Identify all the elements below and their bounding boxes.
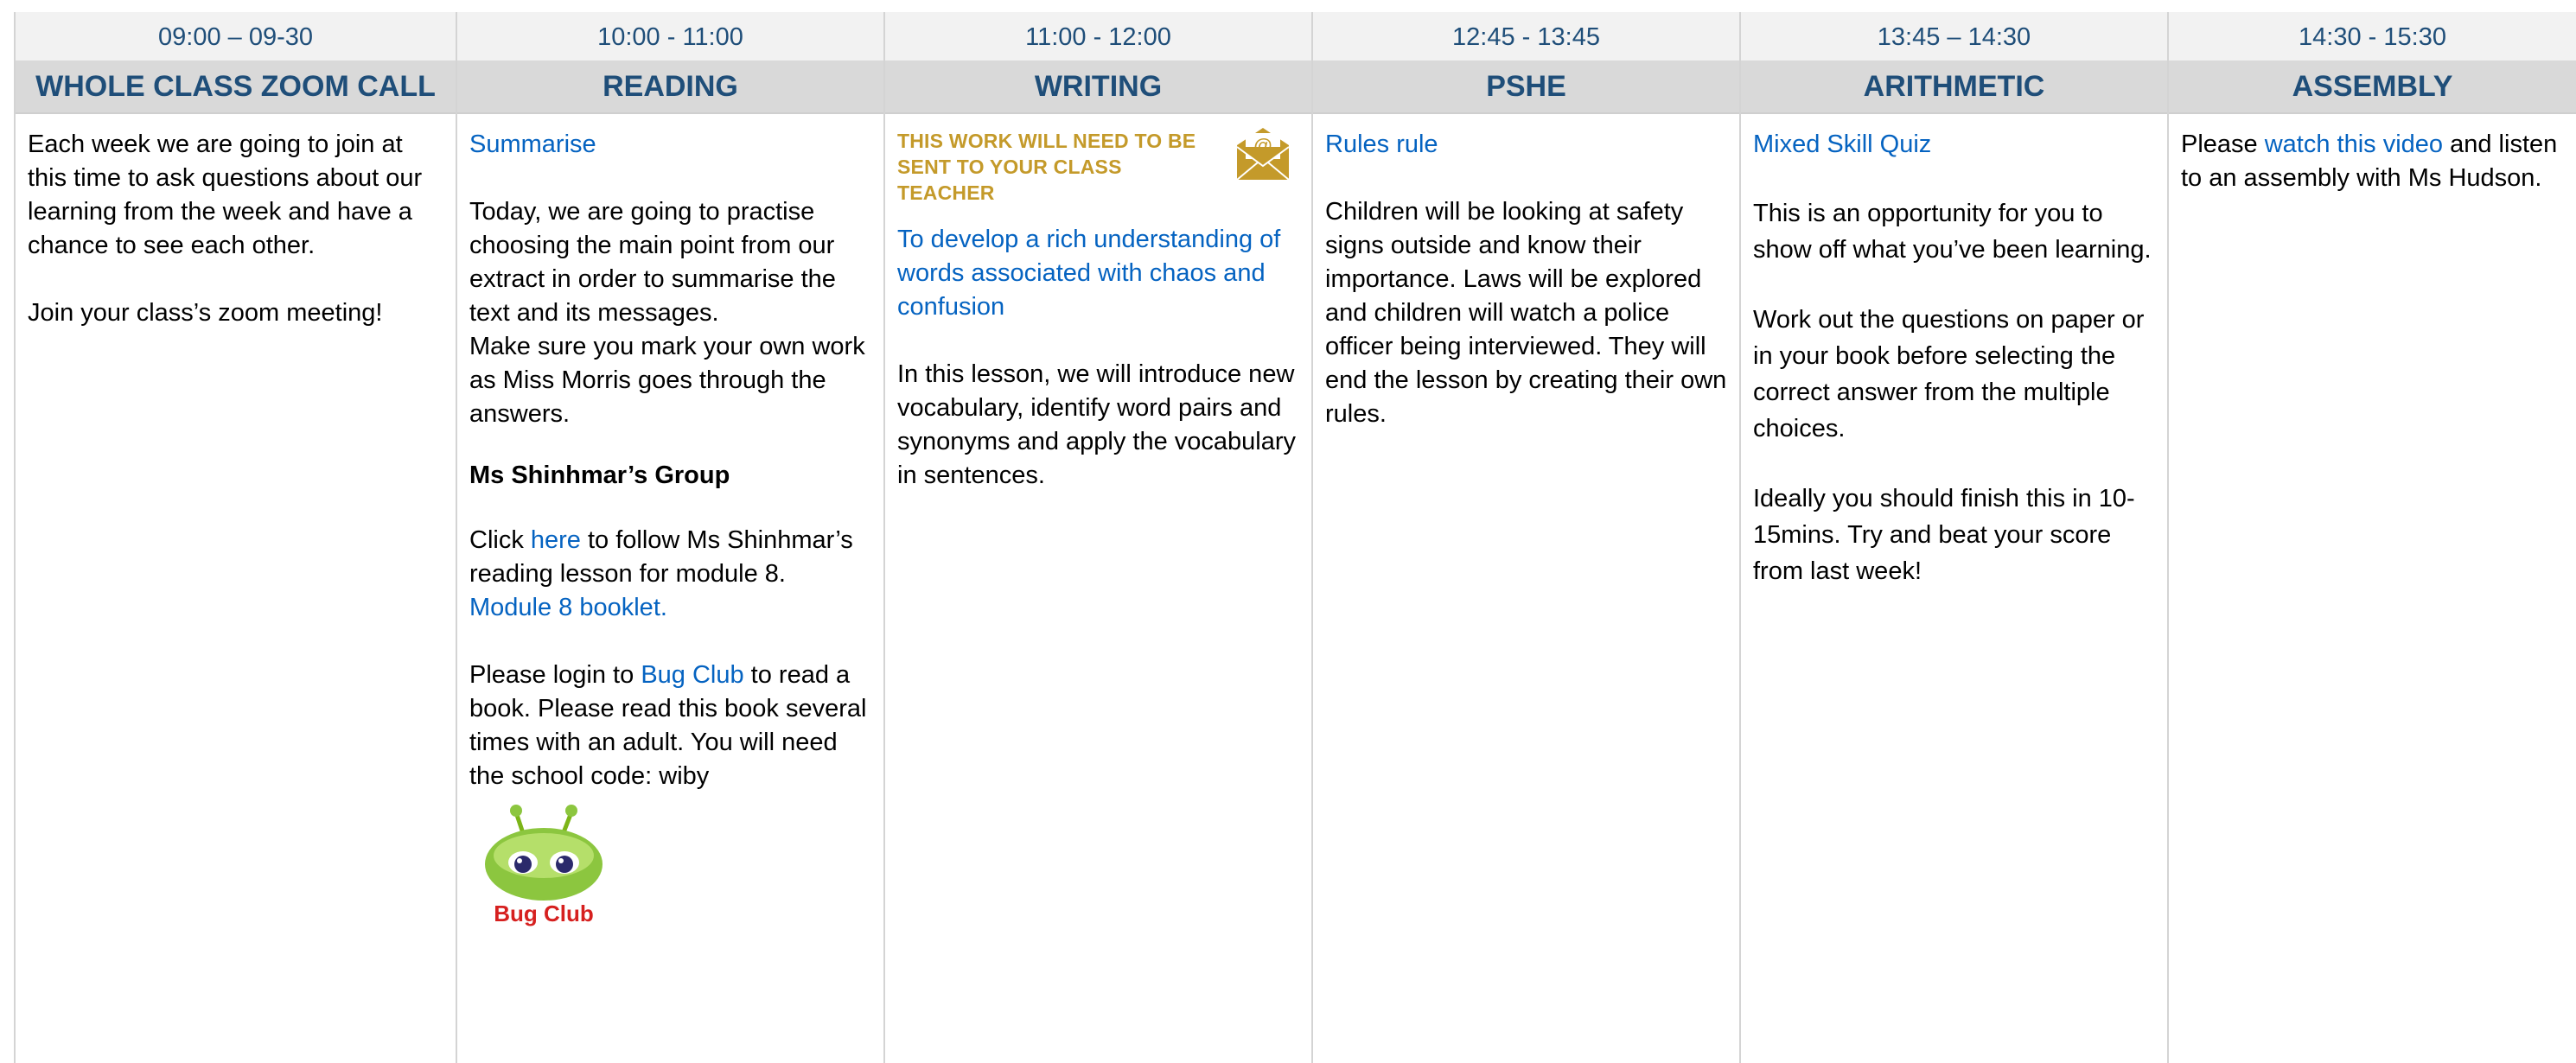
subject-heading: WRITING bbox=[885, 60, 1311, 114]
arithmetic-goal: Ideally you should finish this in 10-15m… bbox=[1753, 485, 2135, 585]
time-slot: 09:00 – 09-30 bbox=[16, 12, 456, 60]
writing-description: In this lesson, we will introduce new vo… bbox=[897, 360, 1297, 489]
column-zoom: 09:00 – 09-30 WHOLE CLASS ZOOM CALL Each… bbox=[14, 12, 456, 1063]
column-assembly: 14:30 - 15:30 ASSEMBLY Please watch this… bbox=[2167, 12, 2576, 1063]
column-arithmetic: 13:45 – 14:30 ARITHMETIC Mixed Skill Qui… bbox=[1739, 12, 2167, 1063]
group-heading: Ms Shinhmar’s Group bbox=[469, 461, 730, 489]
time-slot: 10:00 - 11:00 bbox=[457, 12, 883, 60]
subject-heading: ARITHMETIC bbox=[1741, 60, 2167, 114]
column-body: Rules rule Children will be looking at s… bbox=[1313, 114, 1739, 431]
reading-description: Today, we are going to practise choosing… bbox=[469, 198, 836, 327]
column-body: THIS WORK WILL NEED TO BE SENT TO YOUR C… bbox=[885, 114, 1311, 493]
subject-heading: PSHE bbox=[1313, 60, 1739, 114]
subject-heading: READING bbox=[457, 60, 883, 114]
zoom-description: Each week we are going to join at this t… bbox=[28, 130, 423, 259]
module-booklet-link[interactable]: Module 8 booklet. bbox=[469, 591, 871, 625]
here-link[interactable]: here bbox=[531, 526, 581, 554]
column-body: Please watch this video and listen to an… bbox=[2169, 114, 2576, 195]
send-to-teacher-notice: THIS WORK WILL NEED TO BE SENT TO YOUR C… bbox=[897, 128, 1299, 206]
time-slot: 14:30 - 15:30 bbox=[2169, 12, 2576, 60]
mixed-skill-quiz-link[interactable]: Mixed Skill Quiz bbox=[1753, 128, 2155, 162]
lesson-objective-link[interactable]: To develop a rich understanding of words… bbox=[897, 223, 1299, 324]
click-text: Click bbox=[469, 526, 531, 554]
email-envelope-icon: @ bbox=[1236, 128, 1290, 181]
time-slot: 13:45 – 14:30 bbox=[1741, 12, 2167, 60]
pshe-description: Children will be looking at safety signs… bbox=[1325, 198, 1727, 428]
arithmetic-intro: This is an opportunity for you to show o… bbox=[1753, 200, 2152, 264]
rules-rule-link[interactable]: Rules rule bbox=[1325, 128, 1727, 162]
subject-heading: WHOLE CLASS ZOOM CALL bbox=[16, 60, 456, 114]
reading-marking-note: Make sure you mark your own work as Miss… bbox=[469, 333, 865, 428]
bug-club-logo[interactable]: Bug Club bbox=[481, 802, 611, 932]
assembly-paragraph: Please watch this video and listen to an… bbox=[2181, 128, 2564, 195]
timetable: 09:00 – 09-30 WHOLE CLASS ZOOM CALL Each… bbox=[0, 0, 2576, 1063]
time-slot: 12:45 - 13:45 bbox=[1313, 12, 1739, 60]
notice-text: THIS WORK WILL NEED TO BE SENT TO YOUR C… bbox=[897, 130, 1196, 204]
time-slot: 11:00 - 12:00 bbox=[885, 12, 1311, 60]
zoom-instruction: Join your class’s zoom meeting! bbox=[28, 299, 383, 327]
summarise-link[interactable]: Summarise bbox=[469, 128, 871, 162]
arithmetic-instructions: Work out the questions on paper or in yo… bbox=[1753, 306, 2145, 442]
watch-video-link[interactable]: watch this video bbox=[2265, 130, 2443, 158]
bug-club-paragraph: Please login to Bug Club to read a book.… bbox=[469, 659, 871, 793]
column-body: Each week we are going to join at this t… bbox=[16, 114, 456, 330]
bug-club-logo-text: Bug Club bbox=[494, 901, 594, 926]
bug-club-link[interactable]: Bug Club bbox=[641, 661, 743, 689]
subject-heading: ASSEMBLY bbox=[2169, 60, 2576, 114]
column-reading: 10:00 - 11:00 READING Summarise Today, w… bbox=[456, 12, 883, 1063]
column-body: Mixed Skill Quiz This is an opportunity … bbox=[1741, 114, 2167, 589]
click-here-paragraph: Click here to follow Ms Shinhmar’s readi… bbox=[469, 524, 871, 591]
column-body: Summarise Today, we are going to practis… bbox=[457, 114, 883, 941]
assembly-text: Please bbox=[2181, 130, 2265, 158]
column-pshe: 12:45 - 13:45 PSHE Rules rule Children w… bbox=[1311, 12, 1739, 1063]
column-writing: 11:00 - 12:00 WRITING THIS WORK WILL NEE… bbox=[883, 12, 1311, 1063]
login-text: Please login to bbox=[469, 661, 641, 689]
